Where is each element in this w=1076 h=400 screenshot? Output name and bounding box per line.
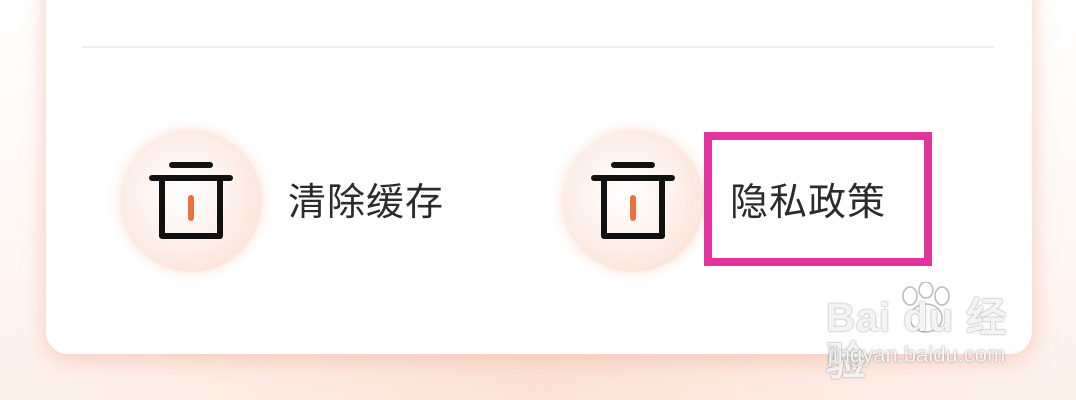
divider [82,46,994,48]
trash-icon-svg [149,162,233,239]
trash-icon [562,130,704,272]
trash-icon-svg [591,162,675,239]
baidu-jingyan-watermark: Bai du 经验 jingyan.baidu.com [826,282,1026,384]
trash-icon [120,130,262,272]
clear-cache-item[interactable]: 清除缓存 [120,130,480,272]
clear-cache-label: 清除缓存 [288,180,445,224]
highlight-annotation [704,132,932,266]
watermark-url: jingyan.baidu.com [828,342,1006,367]
watermark-brand: Bai du 经验 [826,296,1008,384]
